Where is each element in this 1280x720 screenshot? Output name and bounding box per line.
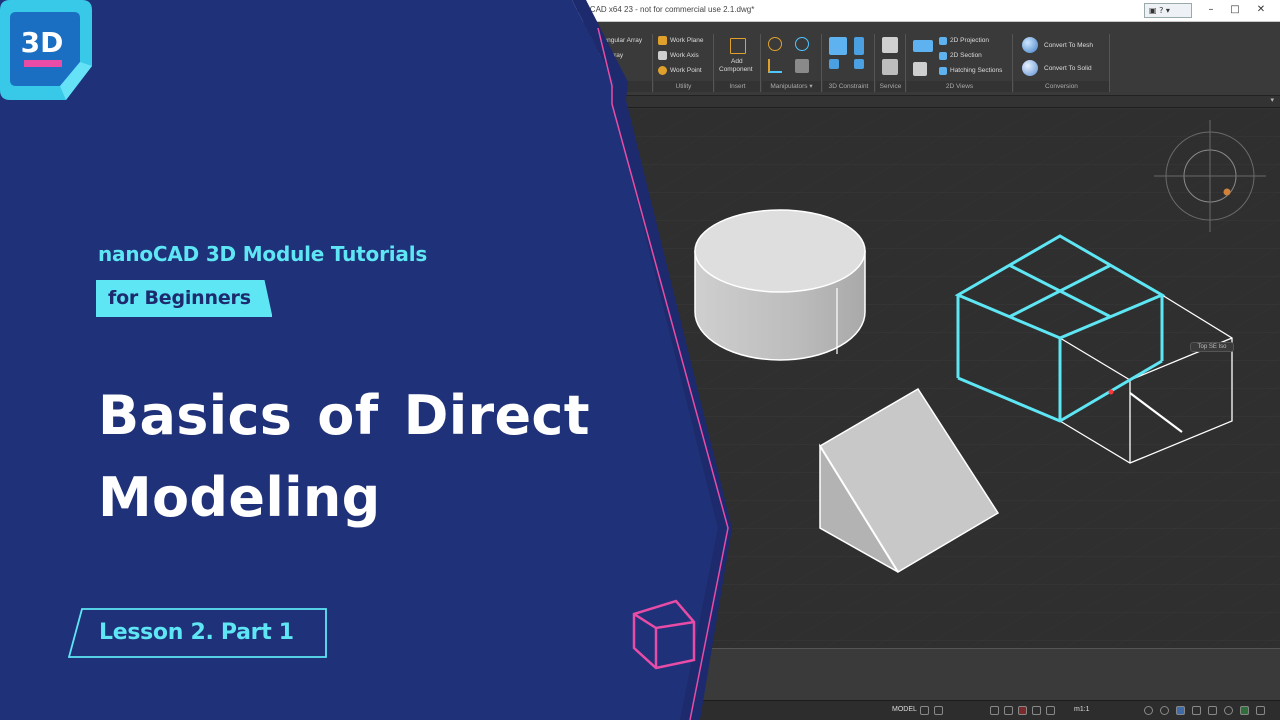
2d-view-large-icon[interactable] [913, 62, 927, 76]
panel-label: Service [876, 81, 905, 92]
add-component-label-2[interactable]: Component [719, 66, 753, 73]
chevron-down-icon[interactable]: ▾ [1270, 96, 1274, 104]
panel-conversion: Convert To Mesh Convert To Solid Convers… [1014, 34, 1110, 92]
polar-icon[interactable] [1032, 706, 1041, 715]
convert-to-mesh-button[interactable]: Convert To Mesh [1044, 42, 1093, 49]
otrack-icon[interactable] [1046, 706, 1055, 715]
2d-section-icon [939, 52, 947, 60]
cylinder-solid[interactable] [694, 209, 866, 361]
view-icon[interactable] [1192, 706, 1201, 715]
manipulator-axes-icon[interactable] [768, 59, 782, 73]
workspace-icon[interactable] [1176, 706, 1185, 715]
constraint-coincide-icon[interactable] [829, 59, 839, 69]
tutorial-series-title: nanoCAD 3D Module Tutorials [98, 242, 428, 266]
3d-module-logo-icon: 3D [0, 0, 92, 100]
close-button[interactable]: ✕ [1250, 2, 1272, 18]
manipulator-align-icon[interactable] [795, 59, 809, 73]
hatching-sections-button[interactable]: Hatching Sections [950, 67, 1002, 74]
maximize-button[interactable]: □ [1224, 2, 1246, 18]
quick-access-menu[interactable]: ▣ ? ▾ [1144, 3, 1192, 18]
add-component-icon [730, 38, 746, 54]
viewcube-label[interactable]: Top SE Iso [1190, 342, 1234, 352]
constraint-parallel-icon[interactable] [854, 59, 864, 69]
2d-section-button[interactable]: 2D Section [950, 52, 982, 59]
lesson-title-line-2: Modeling [98, 466, 381, 529]
model-tab[interactable]: MODEL [892, 706, 917, 713]
hatching-sections-icon [939, 67, 947, 75]
isolate-icon[interactable] [1224, 706, 1233, 715]
grid-icon[interactable] [990, 706, 999, 715]
settings-icon[interactable] [1256, 706, 1265, 715]
panel-label: Insert [715, 81, 760, 92]
service-section-icon[interactable] [882, 59, 898, 75]
minimize-button[interactable]: – [1200, 2, 1222, 18]
manipulator-rotate-icon[interactable] [795, 37, 809, 51]
hardware-icon[interactable] [1240, 706, 1249, 715]
lesson-title-line-1: Basics of Direct [98, 384, 590, 447]
convert-to-solid-button[interactable]: Convert To Solid [1044, 65, 1092, 72]
2d-projection-large-icon[interactable] [913, 40, 933, 52]
panel-label: Manipulators ▾ [762, 81, 821, 92]
add-component-label-1[interactable]: Add [731, 58, 743, 65]
snap-icon[interactable] [934, 706, 943, 715]
osnap-icon[interactable] [1018, 706, 1027, 715]
pan-icon[interactable] [1144, 706, 1153, 715]
constraint-solid-icon[interactable] [829, 37, 847, 55]
grip-point[interactable] [1108, 389, 1114, 395]
lesson-badge: Lesson 2. Part 1 [68, 608, 328, 658]
2d-projection-button[interactable]: 2D Projection [950, 37, 989, 44]
audience-label: for Beginners [108, 287, 251, 309]
zoom-icon[interactable] [1160, 706, 1169, 715]
panel-insert: Add Component Insert [715, 34, 761, 92]
lesson-number: Lesson 2. Part 1 [99, 620, 294, 645]
banner-content: 3D nanoCAD 3D Module Tutorials for Begin… [0, 0, 720, 720]
panel-2d-views: 2D Projection 2D Section Hatching Sectio… [907, 34, 1013, 92]
panel-manipulators: Manipulators ▾ [762, 34, 822, 92]
convert-to-mesh-icon [1022, 37, 1038, 53]
lock-icon[interactable] [1208, 706, 1217, 715]
layout-icon[interactable] [920, 706, 929, 715]
panel-service: Service [876, 34, 906, 92]
constraint-fix-icon[interactable] [854, 37, 864, 55]
panel-label: 3D Constraint [823, 81, 874, 92]
annotation-scale[interactable]: m1:1 [1074, 706, 1090, 713]
service-boolean-icon[interactable] [882, 37, 898, 53]
panel-label: Conversion [1014, 81, 1109, 92]
audience-badge: for Beginners [96, 280, 272, 317]
logo-text: 3D [21, 26, 64, 59]
ortho-icon[interactable] [1004, 706, 1013, 715]
convert-to-solid-icon [1022, 60, 1038, 76]
manipulator-move-icon[interactable] [768, 37, 782, 51]
panel-label: 2D Views [907, 81, 1012, 92]
2d-projection-icon [939, 37, 947, 45]
panel-3d-constraint: 3D Constraint [823, 34, 875, 92]
